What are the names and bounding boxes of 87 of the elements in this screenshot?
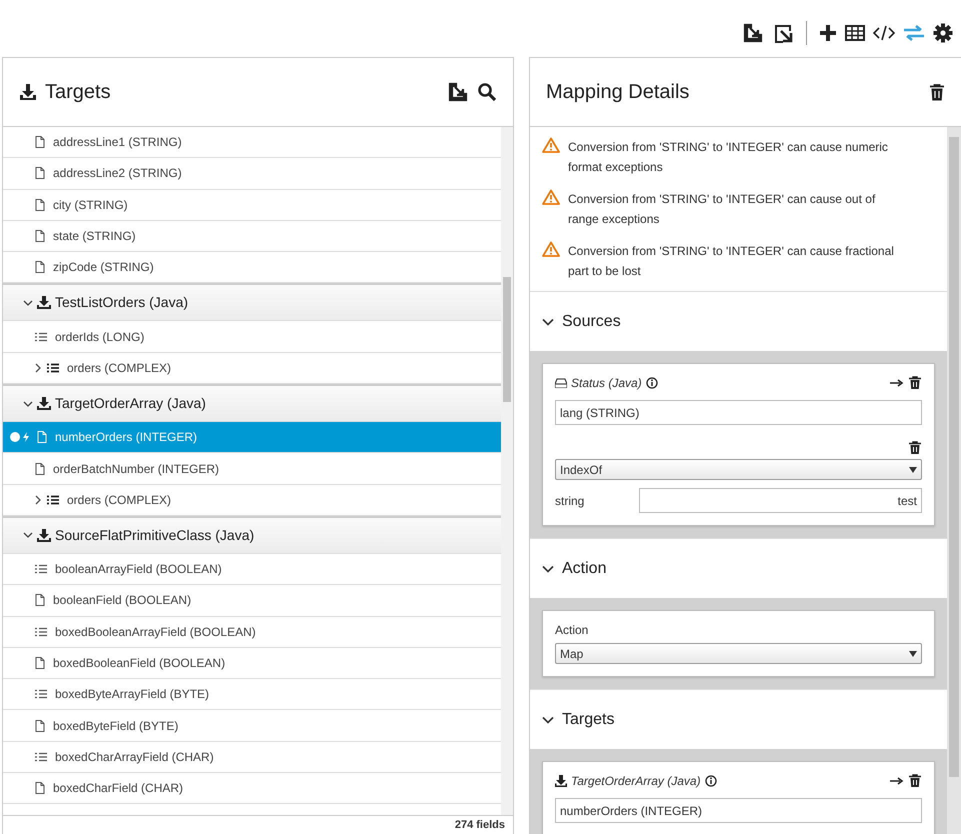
document-icon	[35, 230, 45, 242]
tree-item[interactable]: boxedByteArrayField (BYTE)	[3, 679, 501, 710]
tree-item[interactable]: orderBatchNumber (INTEGER)	[3, 453, 501, 485]
tree-item[interactable]: boxedCharField (CHAR)	[3, 773, 501, 804]
tree-item[interactable]: boxedBooleanArrayField (BOOLEAN)	[3, 616, 501, 648]
trash-icon[interactable]	[908, 441, 922, 455]
document-icon	[35, 782, 45, 794]
list-icon	[35, 626, 47, 637]
list-icon	[35, 332, 47, 342]
chevron-icon[interactable]	[542, 564, 554, 574]
chevron-icon[interactable]	[23, 298, 33, 308]
tree-item[interactable]: addressLine2 (STRING)	[3, 158, 501, 190]
list-icon	[35, 752, 47, 762]
arrow-icon[interactable]	[890, 379, 904, 387]
download-icon	[37, 528, 51, 542]
tree-item[interactable]: boxedCharArrayField (CHAR)	[3, 742, 501, 774]
list-icon	[47, 362, 59, 373]
chevron-icon[interactable]	[23, 530, 33, 540]
add-icon[interactable]	[819, 24, 837, 42]
panel-title: Targets	[45, 80, 111, 105]
tree-item[interactable]: booleanArrayField (BOOLEAN)	[3, 554, 501, 586]
field-input[interactable]: numberOrders (INTEGER)	[555, 798, 922, 823]
document-icon	[35, 594, 45, 606]
list-icon	[35, 689, 47, 700]
warning-icon	[542, 241, 560, 257]
transformation-select[interactable]: IndexOf	[555, 459, 922, 480]
tree-item[interactable]: boxedByteField (BYTE)	[3, 710, 501, 742]
tree-group[interactable]: SourceFlatPrimitiveClass (Java)	[3, 516, 501, 554]
document-icon	[35, 167, 45, 180]
import-icon[interactable]	[447, 81, 469, 103]
tree-item[interactable]: boxedBooleanField (BOOLEAN)	[3, 648, 501, 680]
tree-item[interactable]: city (STRING)	[3, 190, 501, 221]
download-icon	[37, 397, 51, 410]
warning-icon	[542, 137, 560, 153]
trash-icon[interactable]	[929, 84, 945, 100]
warning-icon	[542, 189, 560, 205]
chevron-icon[interactable]	[542, 316, 554, 326]
action-select[interactable]: Map	[555, 643, 922, 664]
search-icon[interactable]	[477, 82, 497, 102]
arrow-icon[interactable]	[890, 777, 904, 785]
tree-item[interactable]: booleanField (BOOLEAN)	[3, 585, 501, 617]
parameter-label: string	[555, 492, 586, 510]
swap-arrows-icon[interactable]	[903, 24, 925, 42]
document-icon	[35, 657, 45, 669]
tree-item[interactable]: state (STRING)	[3, 220, 501, 252]
info-icon[interactable]	[646, 377, 658, 389]
document-title: TargetOrderArray (Java)	[571, 773, 701, 790]
parameter-input[interactable]: test	[639, 488, 922, 513]
table-icon[interactable]	[845, 24, 865, 42]
warning-message: Conversion from 'STRING' to 'INTEGER' can cause numeric format exceptions	[568, 139, 889, 176]
document-icon	[35, 136, 45, 148]
scrollbar[interactable]	[501, 127, 513, 815]
import-icon[interactable]	[742, 22, 764, 44]
tree-group[interactable]: TargetOrderArray (Java)	[3, 384, 501, 422]
warning-message: Conversion from 'STRING' to 'INTEGER' can cause fractional part to be lost	[568, 243, 895, 280]
warning-message: Conversion from 'STRING' to 'INTEGER' can cause out of range exceptions	[568, 191, 876, 228]
scrollbar[interactable]	[947, 127, 961, 834]
chevron-icon[interactable]	[33, 494, 43, 505]
settings-icon[interactable]	[933, 22, 953, 42]
action-label: Action	[555, 622, 590, 639]
chevron-icon[interactable]	[542, 714, 554, 724]
document-icon	[35, 462, 45, 475]
document-icon	[35, 198, 45, 211]
download-icon	[37, 296, 51, 310]
info-icon[interactable]	[704, 775, 717, 787]
tray-icon	[555, 378, 567, 388]
tree-item[interactable]: orderIds (LONG)	[3, 321, 501, 353]
tree-item[interactable]: addressLine1 (STRING)	[3, 127, 501, 158]
trash-icon[interactable]	[908, 376, 922, 390]
chevron-icon[interactable]	[33, 362, 43, 373]
document-icon	[35, 720, 45, 732]
download-icon	[19, 83, 37, 101]
document-icon	[35, 261, 45, 274]
chevron-icon[interactable]	[23, 398, 33, 409]
code-icon[interactable]	[873, 24, 895, 42]
list-icon	[47, 494, 59, 505]
tree-group[interactable]: TestListOrders (Java)	[3, 283, 501, 322]
download-icon	[555, 775, 567, 787]
field-count: 274 fields	[454, 818, 505, 833]
document-icon	[37, 431, 47, 444]
panel-title: Mapping Details	[546, 80, 690, 105]
trash-icon[interactable]	[908, 774, 922, 788]
field-input[interactable]: lang (STRING)	[555, 400, 922, 425]
dropdown-caret-icon	[909, 650, 917, 656]
document-title: Status (Java)	[571, 375, 642, 392]
dropdown-caret-icon	[909, 466, 917, 472]
list-icon	[35, 564, 47, 574]
